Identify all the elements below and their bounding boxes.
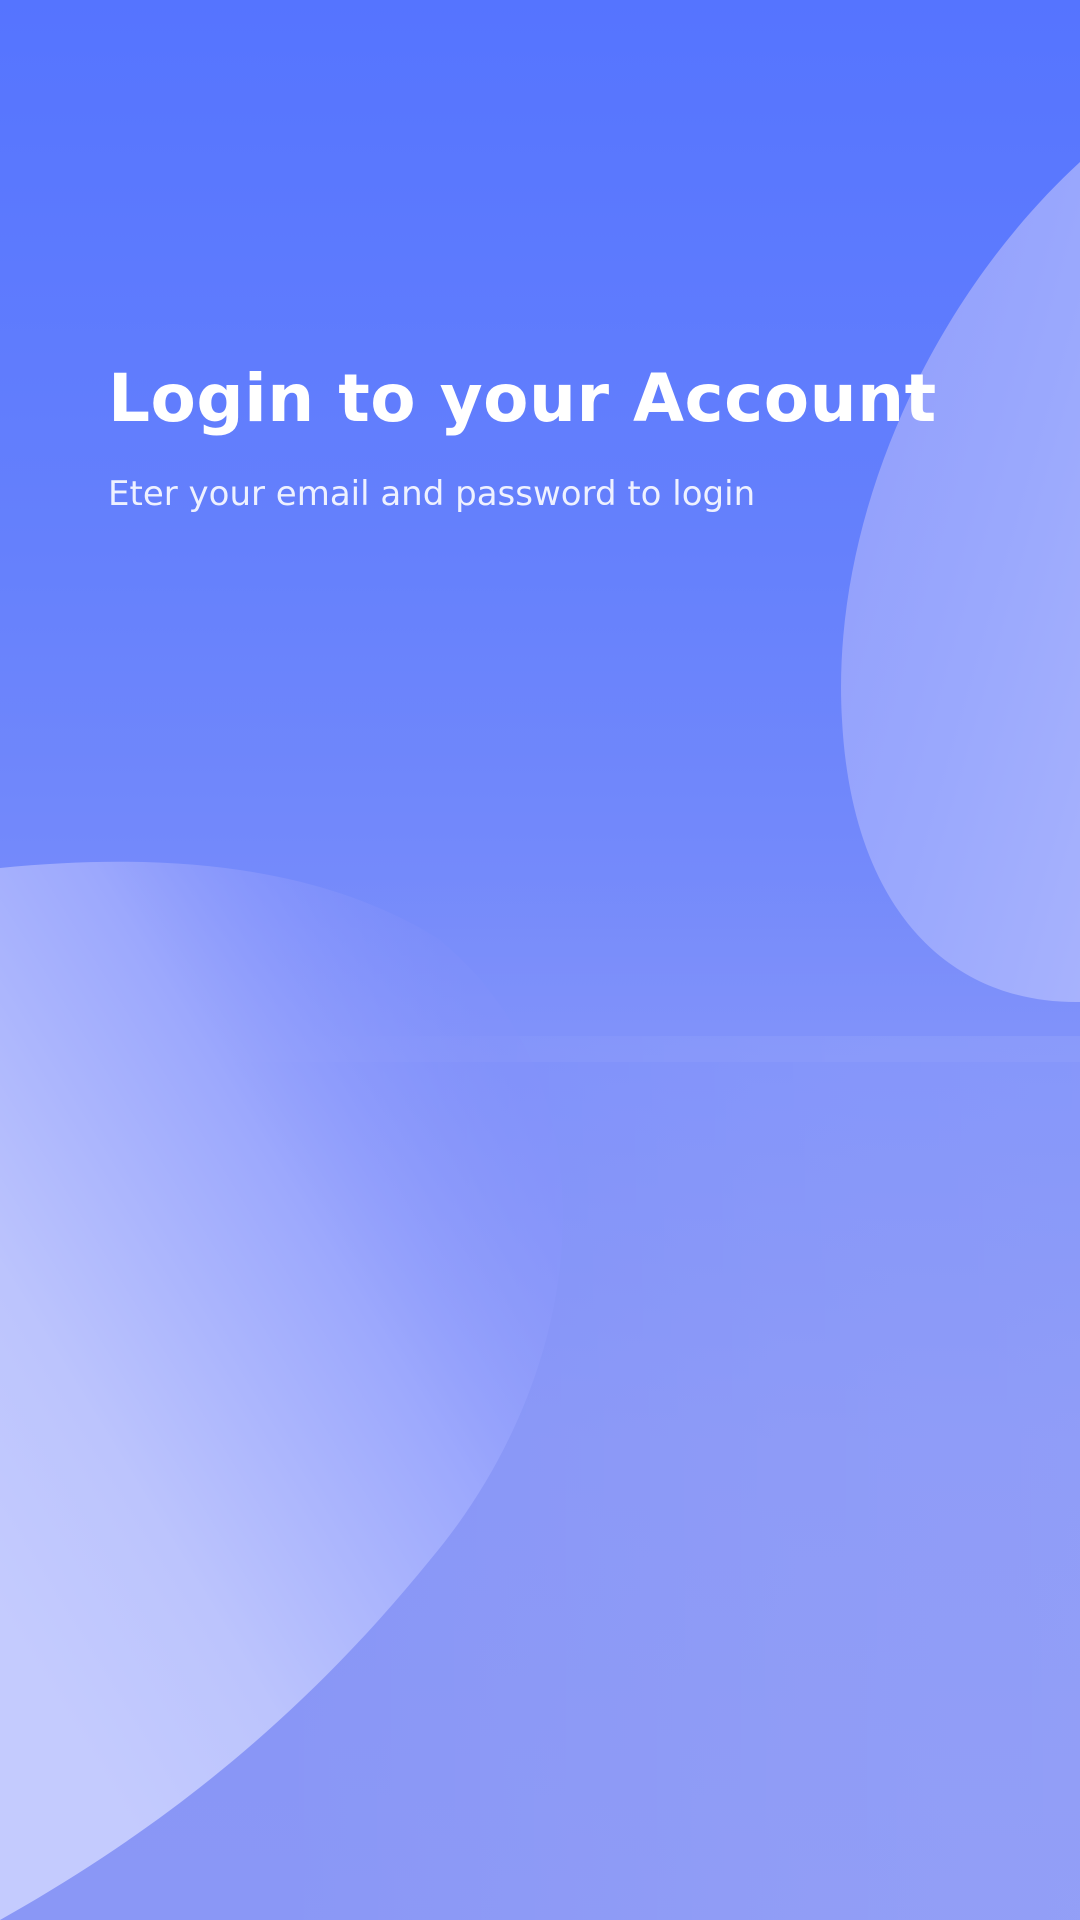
background-blob-left: [0, 861, 563, 1920]
page-subtitle: Eter your email and password to login: [108, 474, 756, 514]
login-header: Login to your Account Eter your email an…: [108, 355, 988, 519]
login-screen: Login to your Account Eter your email an…: [0, 0, 1080, 1920]
page-title: Login to your Account: [108, 360, 937, 437]
